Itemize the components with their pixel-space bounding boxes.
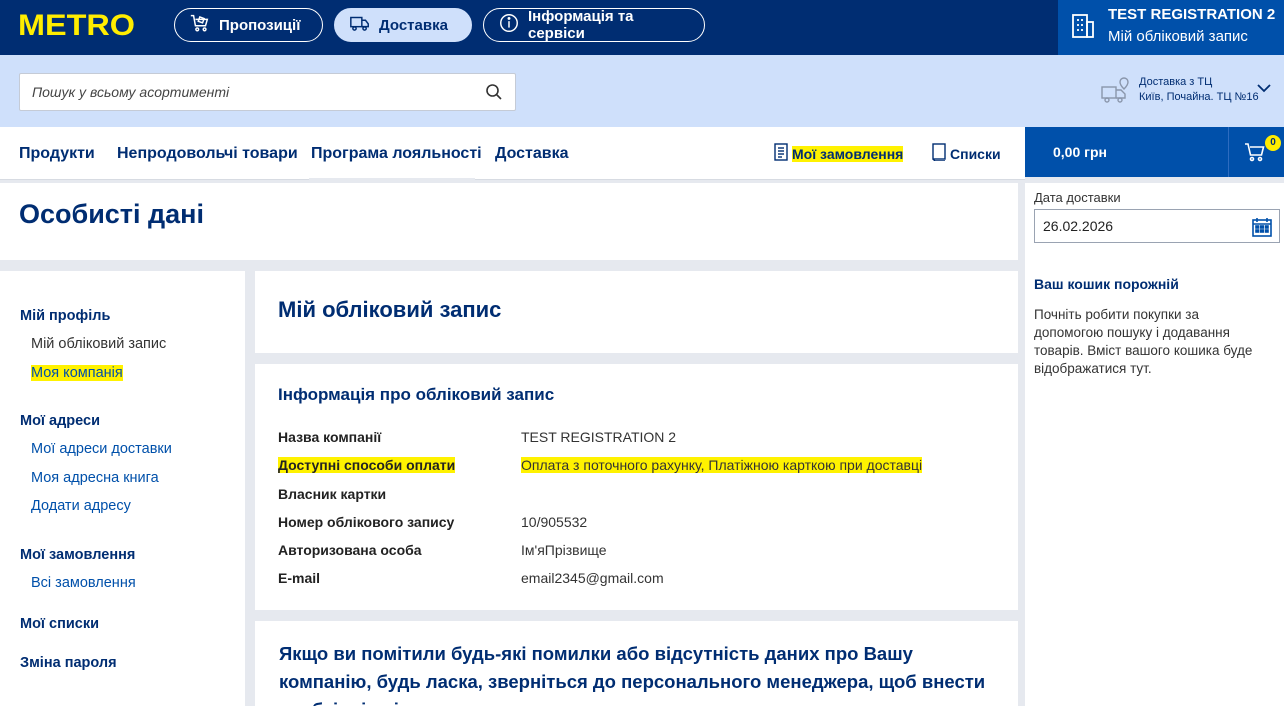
delivery-date-field[interactable]: 26.02.2026 xyxy=(1034,209,1280,243)
sidebar-head-profile[interactable]: Мій профіль xyxy=(20,308,110,324)
sidebar-item-add-address[interactable]: Додати адресу xyxy=(31,498,131,514)
truck-icon xyxy=(349,12,371,38)
account-name: TEST REGISTRATION 2 xyxy=(1108,6,1276,23)
field-value-company: TEST REGISTRATION 2 xyxy=(521,429,677,445)
sidebar-item-address-book[interactable]: Моя адресна книга xyxy=(31,470,159,486)
field-label-account-number: Номер облікового запису xyxy=(278,514,455,530)
field-label-card-owner: Власник картки xyxy=(278,486,387,502)
sidebar-head-orders[interactable]: Мої замовлення xyxy=(20,547,135,563)
delivery-date-label: Дата доставки xyxy=(1034,190,1121,205)
offers-label: Пропозиції xyxy=(219,16,301,34)
field-value-payment: Оплата з поточного рахунку, Платіжною ка… xyxy=(521,457,923,473)
delivery-date-value: 26.02.2026 xyxy=(1043,218,1114,234)
info-services-button[interactable]: Інформація та сервіси xyxy=(483,8,705,42)
account-button[interactable]: TEST REGISTRATION 2 Мій обліковий запис xyxy=(1058,0,1284,55)
account-info-title: Інформація про обліковий запис xyxy=(278,385,555,404)
sidebar-item-delivery-addresses[interactable]: Мої адреси доставки xyxy=(31,441,172,457)
my-orders-label: Мої замовлення xyxy=(792,145,904,162)
delivery-panel xyxy=(1025,183,1284,706)
sidebar-item-my-account[interactable]: Мій обліковий запис xyxy=(31,336,166,352)
sidebar-item-my-company[interactable]: Моя компанія xyxy=(31,365,123,381)
nav-nonfood[interactable]: Непродовольчі товари xyxy=(117,145,298,163)
chevron-down-icon xyxy=(1257,80,1271,98)
building-icon xyxy=(1070,12,1096,45)
empty-cart-text: Почніть робити покупки за допомогою пошу… xyxy=(1034,307,1253,376)
delivery-truck-location-icon xyxy=(1100,74,1132,111)
sidebar-head-change-password[interactable]: Зміна пароля xyxy=(20,655,117,671)
nav-products[interactable]: Продукти xyxy=(19,145,95,163)
offers-button[interactable]: Пропозиції xyxy=(174,8,323,42)
page-title: Особисті дані xyxy=(19,199,204,229)
cart-bar[interactable]: 0,00 грн 0 xyxy=(1025,127,1284,177)
field-value-email: email2345@gmail.com xyxy=(521,570,664,586)
calendar-icon[interactable] xyxy=(1251,216,1273,243)
field-value-account-number: 10/905532 xyxy=(521,514,588,530)
delivery-tab-label: Доставка xyxy=(379,16,448,34)
sidebar-head-addresses[interactable]: Мої адреси xyxy=(20,413,100,429)
field-label-authorized-person: Авторизована особа xyxy=(278,542,422,558)
field-value-authorized-person: Ім'яПрізвище xyxy=(521,542,607,558)
info-icon xyxy=(498,12,520,38)
search-icon[interactable] xyxy=(485,83,503,106)
search-box xyxy=(19,73,516,111)
field-label-email: E-mail xyxy=(278,570,321,586)
sidebar-head-lists[interactable]: Мої списки xyxy=(20,616,99,632)
delivery-store-line1: Доставка з ТЦ xyxy=(1139,76,1213,88)
field-label-company: Назва компанії xyxy=(278,429,382,445)
document-icon xyxy=(773,143,789,164)
nav-loyalty[interactable]: Програма лояльності xyxy=(311,145,482,163)
metro-logo[interactable]: METRO xyxy=(18,9,135,43)
sidebar-item-all-orders[interactable]: Всі замовлення xyxy=(31,575,136,591)
correction-note: Якщо ви помітили будь-які помилки або ві… xyxy=(279,643,986,706)
my-orders-link[interactable]: Мої замовлення xyxy=(773,143,904,164)
lists-label: Списки xyxy=(950,145,1001,162)
delivery-tab-button[interactable]: Доставка xyxy=(334,8,472,42)
field-label-payment: Доступні способи оплати xyxy=(278,457,456,473)
cart-icon[interactable] xyxy=(1244,141,1266,168)
delivery-store-selector[interactable]: Доставка з ТЦ Київ, Почайна. ТЦ №16 xyxy=(1100,72,1280,112)
nav-delivery[interactable]: Доставка xyxy=(495,145,569,163)
delivery-store-line2: Київ, Почайна. ТЦ №16 xyxy=(1139,91,1259,103)
cart-separator xyxy=(1228,127,1229,177)
cart-tag-icon xyxy=(189,12,211,38)
cart-count-badge: 0 xyxy=(1265,135,1281,151)
lists-link[interactable]: Списки xyxy=(931,143,1001,164)
cart-total: 0,00 грн xyxy=(1053,144,1107,160)
info-services-label: Інформація та сервіси xyxy=(528,8,634,42)
account-subtitle: Мій обліковий запис xyxy=(1108,28,1248,45)
empty-cart-title: Ваш кошик порожній xyxy=(1034,276,1179,292)
list-icon xyxy=(931,143,947,164)
account-card-title: Мій обліковий запис xyxy=(278,297,502,322)
search-input[interactable] xyxy=(20,74,480,110)
